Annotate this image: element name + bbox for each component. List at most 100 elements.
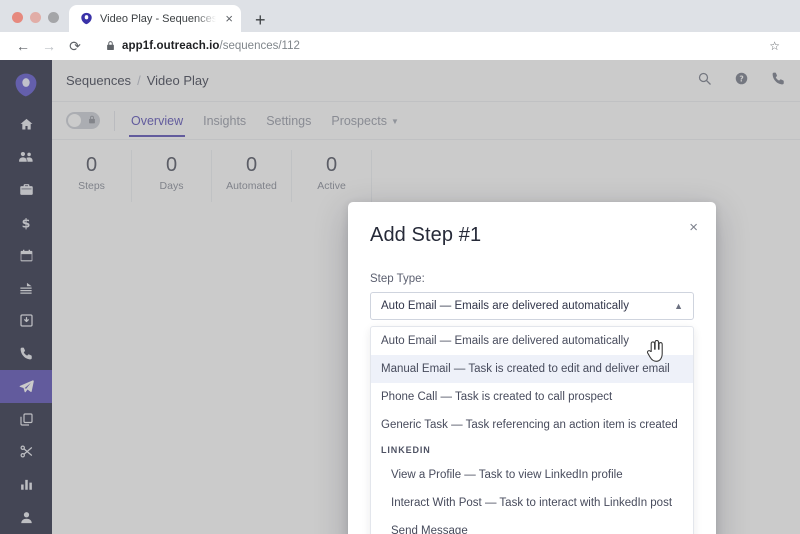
close-icon[interactable]: ×	[689, 220, 698, 235]
browser-toolbar: ← → ⟳ app1f.outreach.io/sequences/112 ☆	[0, 32, 800, 60]
option-label: Send Message	[391, 525, 468, 534]
dropdown-option-phone-call[interactable]: Phone Call — Task is created to call pro…	[371, 383, 693, 411]
stat-active: 0 Active	[292, 150, 372, 202]
header-actions: ?	[697, 71, 786, 91]
maximize-window-button[interactable]	[48, 12, 59, 23]
browser-tab-strip: Video Play - Sequences - Outr × +	[0, 0, 800, 32]
person-icon	[19, 510, 34, 525]
stat-value: 0	[165, 154, 178, 176]
phone-icon	[19, 346, 34, 361]
sidebar-item-sequences[interactable]	[0, 370, 52, 403]
sidebar-item-calendar[interactable]	[0, 239, 52, 272]
breadcrumb: Sequences / Video Play	[66, 73, 209, 88]
inbox-icon	[19, 313, 34, 328]
close-tab-button[interactable]: ×	[223, 12, 233, 25]
toggle-knob	[68, 114, 81, 127]
minimize-window-button[interactable]	[30, 12, 41, 23]
step-type-dropdown[interactable]: Auto Email — Emails are delivered automa…	[370, 326, 694, 534]
stat-value: 0	[245, 154, 258, 176]
browser-tab-title: Video Play - Sequences - Outr	[100, 12, 217, 25]
forward-button[interactable]: →	[36, 34, 62, 58]
tabs-divider	[114, 110, 115, 131]
sidebar-item-opportunities[interactable]: $	[0, 206, 52, 239]
url-path: /sequences/112	[219, 40, 300, 52]
close-window-button[interactable]	[12, 12, 23, 23]
chevron-down-icon: ▼	[390, 116, 399, 126]
phone-icon[interactable]	[771, 71, 786, 91]
tab-overview[interactable]: Overview	[128, 105, 186, 137]
sequence-enabled-toggle[interactable]	[66, 112, 100, 129]
sidebar-item-accounts[interactable]	[0, 173, 52, 206]
sidebar-item-templates[interactable]	[0, 403, 52, 436]
tab-prospects[interactable]: Prospects ▼	[331, 105, 399, 136]
option-label: Auto Email — Emails are delivered automa…	[381, 335, 629, 347]
tab-insights[interactable]: Insights	[203, 105, 246, 136]
dropdown-option-interact-with-post[interactable]: Interact With Post — Task to interact wi…	[371, 489, 693, 517]
breadcrumb-root[interactable]: Sequences	[66, 73, 131, 88]
help-icon[interactable]: ?	[734, 71, 749, 91]
sidebar-item-inbox[interactable]	[0, 304, 52, 337]
tab-label: Insights	[203, 114, 247, 128]
search-icon[interactable]	[697, 71, 712, 91]
outreach-logo[interactable]	[9, 68, 43, 102]
sidebar-item-tasks[interactable]	[0, 272, 52, 305]
option-label: Generic Task — Task referencing an actio…	[381, 419, 678, 431]
dropdown-option-manual-email[interactable]: Manual Email — Task is created to edit a…	[371, 355, 693, 383]
paper-plane-icon	[18, 378, 35, 395]
tab-label: Overview	[131, 114, 184, 128]
svg-text:$: $	[22, 215, 31, 230]
option-label: View a Profile — Task to view LinkedIn p…	[391, 469, 623, 481]
dollar-icon: $	[19, 215, 33, 231]
dropdown-option-view-a-profile[interactable]: View a Profile — Task to view LinkedIn p…	[371, 461, 693, 489]
dropdown-option-generic-task[interactable]: Generic Task — Task referencing an actio…	[371, 411, 693, 439]
stat-automated: 0 Automated	[212, 150, 292, 202]
sequence-stats: 0 Steps 0 Days 0 Automated 0 Active	[52, 140, 800, 202]
lock-icon	[106, 40, 115, 53]
breadcrumb-current: Video Play	[146, 73, 209, 88]
url-text: app1f.outreach.io/sequences/112	[122, 40, 300, 52]
url-host: app1f.outreach.io	[122, 40, 220, 52]
option-label: Manual Email — Task is created to edit a…	[381, 363, 670, 375]
breadcrumb-separator: /	[137, 73, 141, 88]
sidebar-item-reports[interactable]	[0, 468, 52, 501]
sidebar-item-profile[interactable]	[0, 501, 52, 534]
bar-chart-icon	[19, 477, 34, 492]
dropdown-option-send-message[interactable]: Send Message	[371, 517, 693, 534]
briefcase-icon	[19, 182, 34, 197]
bookmark-star-icon[interactable]: ☆	[769, 39, 780, 53]
people-icon	[18, 149, 34, 164]
dropdown-option-auto-email[interactable]: Auto Email — Emails are delivered automa…	[371, 327, 693, 355]
window-controls	[8, 12, 69, 32]
home-icon	[19, 117, 34, 132]
app-header: Sequences / Video Play ?	[52, 60, 800, 102]
new-tab-button[interactable]: +	[255, 11, 266, 29]
dropdown-group-linkedin: LINKEDIN	[381, 445, 431, 455]
svg-text:?: ?	[739, 74, 743, 83]
sidebar-item-snippets[interactable]	[0, 436, 52, 469]
stat-label: Days	[159, 180, 184, 192]
back-button[interactable]: ←	[10, 34, 36, 58]
stat-value: 0	[85, 154, 98, 176]
address-bar[interactable]: app1f.outreach.io/sequences/112 ☆	[96, 35, 790, 57]
calendar-icon	[19, 248, 34, 263]
dialog-title: Add Step #1	[370, 224, 482, 246]
tasks-icon	[18, 281, 34, 296]
sidebar-item-home[interactable]	[0, 108, 52, 141]
step-type-select[interactable]: Auto Email — Emails are delivered automa…	[370, 292, 694, 320]
option-label: Interact With Post — Task to interact wi…	[391, 497, 673, 509]
sidebar-item-calls[interactable]	[0, 337, 52, 370]
stat-steps: 0 Steps	[52, 150, 132, 202]
stat-days: 0 Days	[132, 150, 212, 202]
step-type-selected-value: Auto Email — Emails are delivered automa…	[381, 300, 629, 312]
option-label: Phone Call — Task is created to call pro…	[381, 391, 613, 403]
outreach-logo-icon	[80, 12, 93, 25]
scissors-icon	[19, 444, 34, 459]
sidebar-item-people[interactable]	[0, 141, 52, 174]
browser-tab[interactable]: Video Play - Sequences - Outr ×	[69, 5, 241, 32]
page-tabs: Overview Insights Settings Prospects ▼	[52, 102, 800, 140]
stat-value: 0	[325, 154, 338, 176]
stat-label: Steps	[78, 180, 105, 192]
reload-button[interactable]: ⟳	[62, 34, 88, 58]
add-step-dialog: Add Step #1 × Step Type: Auto Email — Em…	[348, 202, 716, 534]
tab-settings[interactable]: Settings	[266, 105, 311, 136]
